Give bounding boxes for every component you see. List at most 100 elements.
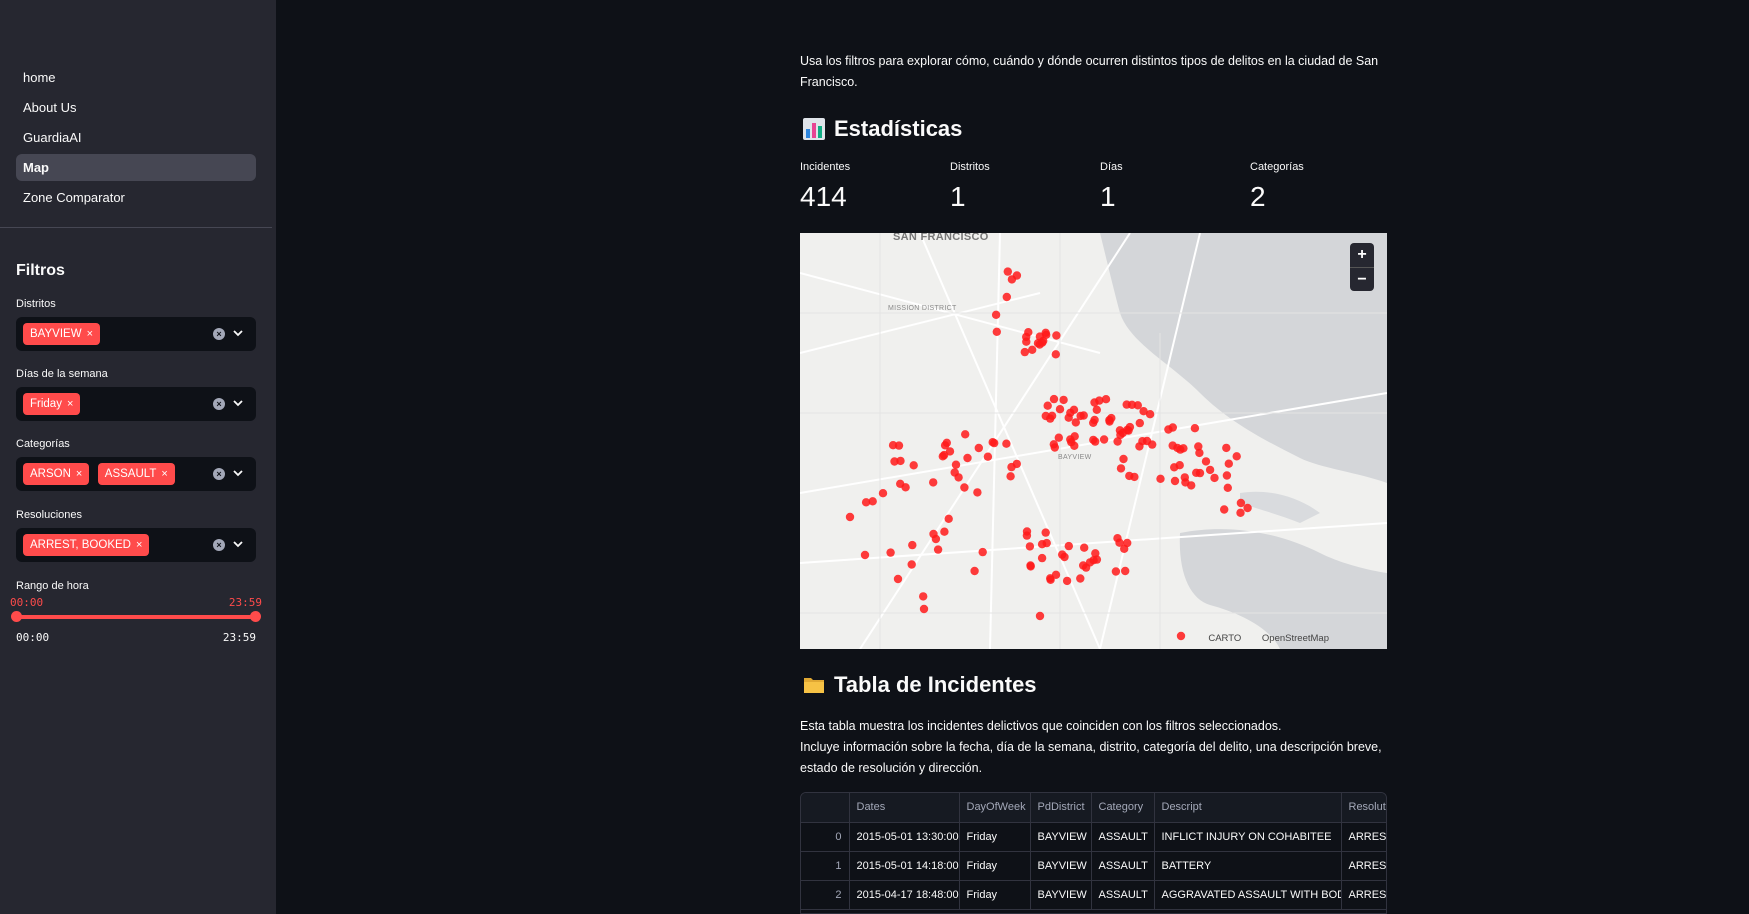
incident-point[interactable] [1028,345,1037,354]
incident-point[interactable] [1232,452,1241,461]
incident-point[interactable] [1042,330,1051,339]
incident-point[interactable] [1035,611,1045,621]
incident-point[interactable] [1125,422,1135,432]
incident-point[interactable] [1222,471,1232,480]
incident-point[interactable] [901,483,910,492]
incident-point[interactable] [1054,433,1063,442]
chevron-down-icon[interactable] [232,327,244,339]
resoluciones-multiselect[interactable]: ARREST, BOOKED × × [16,528,256,562]
nav-item-guardiaai[interactable]: GuardiaAI [16,124,256,151]
table-row[interactable]: 1 2015-05-01 14:18:00 Friday BAYVIEW ASS… [801,851,1386,881]
dias-multiselect[interactable]: Friday × × [16,387,256,421]
incident-point[interactable] [1007,462,1016,472]
incident-point[interactable] [960,483,969,492]
table-row[interactable]: 0 2015-05-01 13:30:00 Friday BAYVIEW ASS… [801,822,1386,852]
incident-point[interactable] [954,473,963,482]
incident-point[interactable] [1050,443,1059,452]
incident-point[interactable] [1051,350,1060,359]
nav-item-zone-comparator[interactable]: Zone Comparator [16,184,256,211]
incident-point[interactable] [951,460,961,469]
incident-point[interactable] [860,550,870,560]
incident-point[interactable] [1091,437,1100,446]
incident-point[interactable] [1175,461,1184,470]
nav-item-home[interactable]: home [16,64,256,91]
incident-point[interactable] [944,514,953,523]
chevron-down-icon[interactable] [232,397,244,409]
table-row[interactable]: 2 2015-04-17 18:48:00 Friday BAYVIEW ASS… [801,880,1386,910]
incident-point[interactable] [1022,337,1031,346]
remove-tag-icon[interactable]: × [67,393,73,415]
incident-point[interactable] [919,604,929,614]
incident-point[interactable] [983,452,993,461]
incident-point[interactable] [1026,561,1035,570]
incident-point[interactable] [1024,328,1033,337]
incident-point[interactable] [1187,481,1196,490]
attribution-osm-link[interactable]: OpenStreetMap [1262,633,1329,644]
incident-point[interactable] [1006,472,1015,481]
chevron-down-icon[interactable] [232,467,244,479]
incident-point[interactable] [1080,543,1089,552]
incident-point[interactable] [1066,408,1075,417]
incident-point[interactable] [1243,503,1252,513]
incident-point[interactable] [868,497,877,506]
incident-point[interactable] [1055,405,1065,414]
incident-point[interactable] [1085,558,1095,567]
column-header-dayofweek[interactable]: DayOfWeek [959,793,1031,823]
incident-point[interactable] [1113,534,1122,543]
incident-point[interactable] [1195,468,1205,478]
incident-point[interactable] [1222,443,1231,453]
incident-point[interactable] [1095,396,1104,405]
incident-point[interactable] [1071,418,1080,427]
incident-point[interactable] [1092,405,1101,414]
incident-point[interactable] [1090,415,1099,425]
incident-point[interactable] [1205,465,1215,475]
incident-point[interactable] [1201,457,1211,466]
incident-point[interactable] [1041,528,1050,537]
incident-point[interactable] [1236,508,1245,517]
chevron-down-icon[interactable] [232,538,244,550]
incident-point[interactable] [1138,437,1147,446]
incident-point[interactable] [1105,417,1114,426]
incident-point[interactable] [1170,476,1180,486]
slider-thumb-end[interactable] [250,611,261,622]
zoom-out-button[interactable]: − [1350,267,1374,291]
incident-point[interactable] [1194,442,1203,451]
incident-point[interactable] [1223,483,1232,492]
incident-point[interactable] [1051,570,1061,579]
incident-point[interactable] [908,540,917,550]
incident-point[interactable] [938,452,947,461]
slider-thumb-start[interactable] [11,611,22,622]
incident-point[interactable] [1113,437,1122,446]
incident-point[interactable] [1168,423,1177,432]
incident-point[interactable] [1002,292,1011,302]
incident-point[interactable] [974,443,983,453]
incident-point[interactable] [919,592,928,601]
incident-point[interactable] [1156,474,1165,483]
clear-icon[interactable]: × [213,468,225,480]
incident-point[interactable] [1066,435,1075,444]
incident-point[interactable] [1007,275,1017,284]
incident-point[interactable] [973,488,982,497]
incident-point[interactable] [878,489,888,498]
incident-point[interactable] [1059,395,1068,405]
incident-point[interactable] [940,441,950,450]
incident-point[interactable] [1043,401,1052,410]
incident-point[interactable] [1049,394,1059,404]
nav-item-map[interactable]: Map [16,154,256,181]
remove-tag-icon[interactable]: × [87,323,93,345]
incident-point[interactable] [1121,566,1130,576]
incident-point[interactable] [1220,505,1229,514]
incident-point[interactable] [890,457,899,466]
incident-point[interactable] [1025,542,1035,551]
incident-point[interactable] [1022,527,1032,536]
clear-icon[interactable]: × [213,539,225,551]
incident-point[interactable] [931,534,941,544]
incident-point[interactable] [1123,538,1132,548]
incident-point[interactable] [991,310,1001,319]
incident-point[interactable] [1176,445,1185,454]
column-header-index[interactable] [801,793,850,823]
incident-point[interactable] [845,512,855,522]
incident-point[interactable] [1130,472,1139,482]
incident-point[interactable] [1091,549,1100,558]
incident-point[interactable] [1062,576,1072,586]
